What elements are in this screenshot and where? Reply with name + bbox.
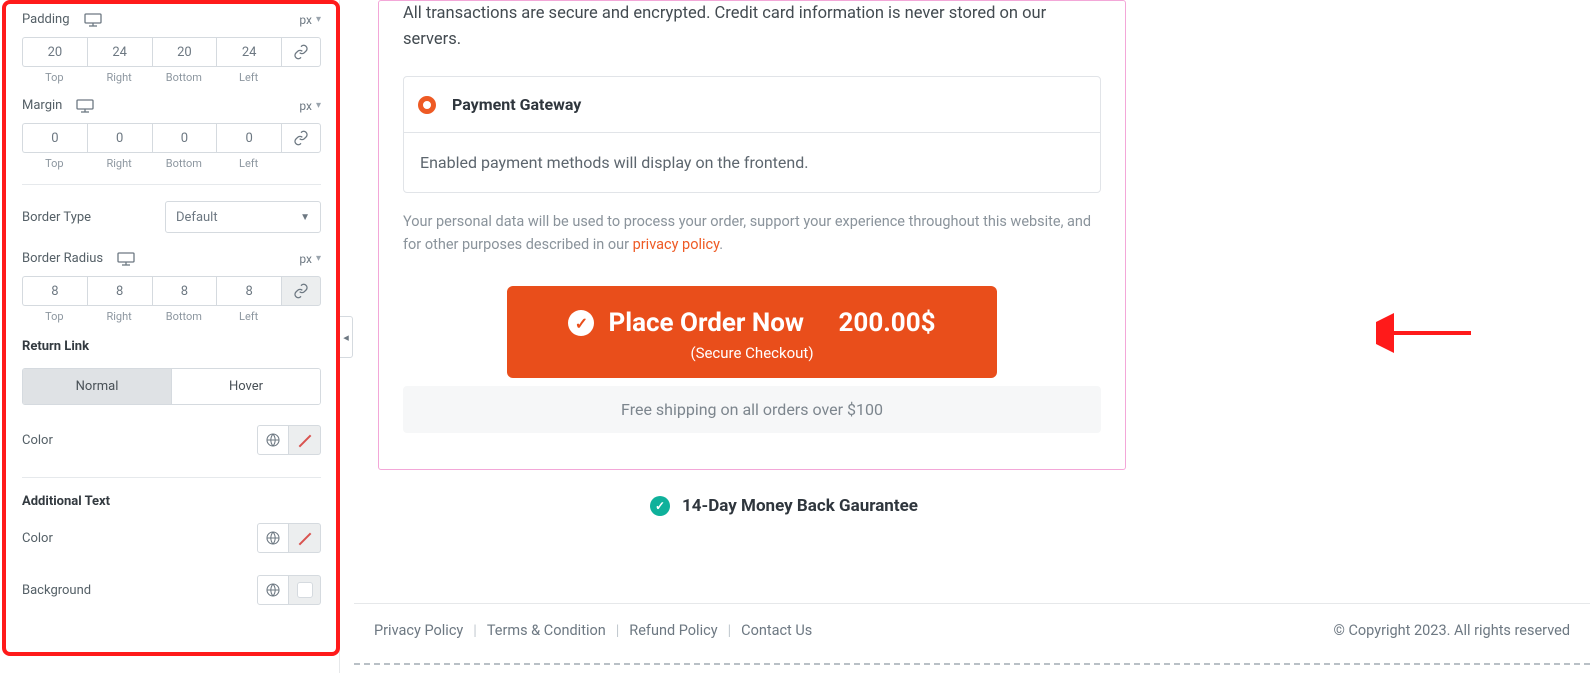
color-white-swatch[interactable] [289, 575, 321, 605]
border-type-row: Border Type Default▼ [22, 201, 321, 233]
order-label: Place Order Now [608, 308, 804, 338]
footer-link[interactable]: Privacy Policy [374, 622, 463, 639]
margin-top-input[interactable] [22, 123, 87, 153]
border-radius-inputs [22, 276, 321, 306]
desktop-icon[interactable] [117, 252, 135, 266]
return-link-color-row: Color [22, 425, 321, 455]
margin-unit-select[interactable]: px▾ [299, 99, 321, 113]
money-back-guarantee: ✓ 14-Day Money Back Gaurantee [410, 496, 1158, 516]
footer-link[interactable]: Refund Policy [629, 622, 717, 639]
color-none-swatch[interactable] [289, 425, 321, 455]
order-price: 200.00$ [839, 308, 936, 338]
additional-background-row: Background [22, 575, 321, 605]
additional-color-row: Color [22, 523, 321, 553]
order-subtext: (Secure Checkout) [531, 344, 973, 362]
panel-collapse-toggle[interactable]: ◂ [339, 316, 353, 358]
margin-link-toggle[interactable] [281, 123, 321, 153]
additional-text-heading: Additional Text [22, 494, 321, 509]
section-divider-dashed [354, 663, 1590, 665]
global-color-button[interactable] [257, 425, 289, 455]
border-radius-unit-select[interactable]: px▾ [299, 252, 321, 266]
padding-inputs [22, 37, 321, 67]
preview-canvas: ◂ All transactions are secure and encryp… [340, 0, 1590, 673]
footer-link[interactable]: Contact Us [741, 622, 812, 639]
radius-link-toggle[interactable] [281, 276, 321, 306]
radius-top-input[interactable] [22, 276, 87, 306]
padding-top-input[interactable] [22, 37, 87, 67]
border-radius-label: Border Radius [22, 251, 103, 266]
desktop-icon[interactable] [84, 13, 102, 27]
return-link-tabs: Normal Hover [22, 368, 321, 405]
page-footer: Privacy Policy | Terms & Condition | Ref… [354, 603, 1590, 639]
payment-gateway-body: Enabled payment methods will display on … [404, 133, 1100, 192]
place-order-button[interactable]: ✓ Place Order Now 200.00$ (Secure Checko… [507, 286, 997, 378]
padding-left-input[interactable] [216, 37, 281, 67]
payment-gateway-title: Payment Gateway [452, 95, 581, 114]
padding-unit-select[interactable]: px▾ [299, 13, 321, 27]
radius-bottom-input[interactable] [152, 276, 217, 306]
footer-link[interactable]: Terms & Condition [487, 622, 606, 639]
margin-right-input[interactable] [87, 123, 152, 153]
style-panel: Padding px▾ Top Right Bottom Left Margin… [0, 0, 340, 673]
selected-widget-frame: All transactions are secure and encrypte… [378, 0, 1126, 470]
padding-label: Padding [22, 12, 70, 27]
free-shipping-bar: Free shipping on all orders over $100 [403, 386, 1101, 433]
secure-transactions-text: All transactions are secure and encrypte… [403, 1, 1101, 52]
color-none-swatch[interactable] [289, 523, 321, 553]
check-circle-icon: ✓ [650, 496, 670, 516]
privacy-text: Your personal data will be used to proce… [403, 211, 1101, 256]
padding-right-input[interactable] [87, 37, 152, 67]
privacy-policy-link[interactable]: privacy policy [633, 236, 720, 253]
margin-label: Margin [22, 98, 62, 113]
border-type-select[interactable]: Default▼ [165, 201, 321, 233]
desktop-icon[interactable] [76, 99, 94, 113]
global-color-button[interactable] [257, 523, 289, 553]
margin-left-input[interactable] [216, 123, 281, 153]
margin-inputs [22, 123, 321, 153]
tab-normal[interactable]: Normal [23, 369, 171, 404]
margin-bottom-input[interactable] [152, 123, 217, 153]
return-color-label: Color [22, 433, 53, 448]
radius-right-input[interactable] [87, 276, 152, 306]
global-color-button[interactable] [257, 575, 289, 605]
margin-header: Margin px▾ [22, 98, 321, 113]
check-circle-icon: ✓ [568, 310, 594, 336]
copyright-text: © Copyright 2023. All rights reserved [1333, 622, 1570, 639]
radius-left-input[interactable] [216, 276, 281, 306]
padding-link-toggle[interactable] [281, 37, 321, 67]
tab-hover[interactable]: Hover [171, 369, 320, 404]
payment-gateway-box: Payment Gateway Enabled payment methods … [403, 76, 1101, 193]
border-type-label: Border Type [22, 210, 91, 225]
padding-bottom-input[interactable] [152, 37, 217, 67]
payment-gateway-option[interactable]: Payment Gateway [404, 77, 1100, 133]
radio-selected-icon [418, 96, 436, 114]
padding-header: Padding px▾ [22, 12, 321, 27]
border-radius-header: Border Radius px▾ [22, 251, 321, 266]
return-link-heading: Return Link [22, 339, 321, 354]
